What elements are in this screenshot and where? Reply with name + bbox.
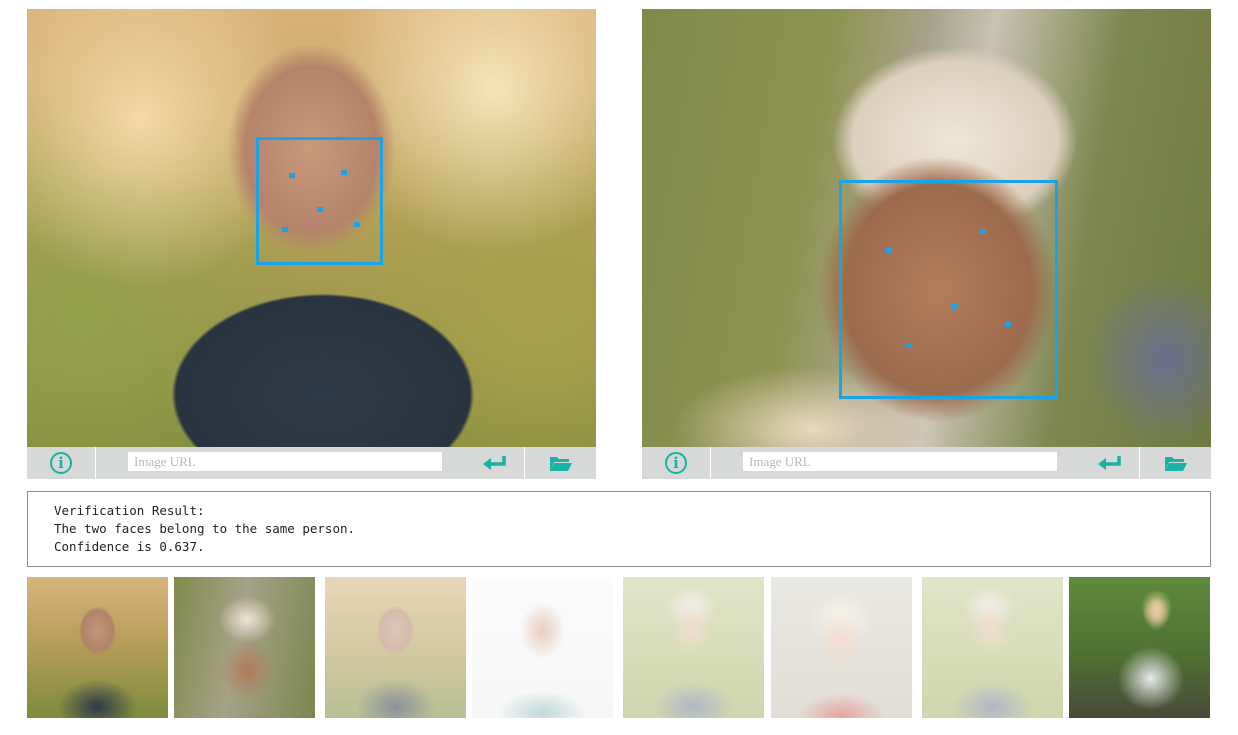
landmark-right-eye	[341, 170, 347, 175]
landmark-left-eye	[289, 173, 295, 178]
sample-thumbnail-strip	[0, 577, 1238, 718]
info-icon: i	[665, 452, 687, 474]
open-file-button[interactable]	[1140, 447, 1211, 479]
result-heading: Verification Result:	[54, 503, 205, 518]
landmark-mouth-left	[906, 343, 912, 348]
image-url-input[interactable]	[743, 452, 1057, 471]
result-confidence: Confidence is 0.637.	[54, 539, 205, 554]
face-photo-left	[27, 9, 596, 447]
enter-icon	[482, 456, 506, 470]
landmark-nose	[951, 304, 957, 309]
image-panel-left: i	[27, 9, 596, 479]
submit-url-button[interactable]	[1080, 447, 1140, 479]
landmark-right-eye	[980, 229, 986, 234]
thumbnail-man-1[interactable]	[325, 577, 466, 718]
image-url-input[interactable]	[128, 452, 442, 471]
info-icon: i	[50, 452, 72, 474]
thumbnail-man-2[interactable]	[472, 577, 613, 718]
thumbnail-man-1[interactable]	[27, 577, 168, 718]
landmark-nose	[317, 207, 323, 212]
landmark-left-eye	[886, 248, 892, 253]
face-bounding-box	[839, 180, 1058, 399]
face-photo-right	[642, 9, 1211, 447]
face-bounding-box	[256, 137, 383, 265]
image-panel-right: i	[642, 9, 1211, 479]
verification-result-box: Verification Result: The two faces belon…	[27, 491, 1211, 567]
image-toolbar-left: i	[27, 447, 596, 479]
enter-icon	[1097, 456, 1121, 470]
thumbnail-woman-1[interactable]	[623, 577, 764, 718]
landmark-mouth-right	[1005, 322, 1011, 327]
info-button[interactable]: i	[642, 447, 711, 479]
thumbnail-woman-1[interactable]	[922, 577, 1063, 718]
result-verdict: The two faces belong to the same person.	[54, 521, 356, 536]
thumbnail-woman-3[interactable]	[1069, 577, 1210, 718]
thumbnail-woman-2[interactable]	[771, 577, 912, 718]
folder-open-icon	[1164, 457, 1187, 471]
landmark-mouth-left	[282, 227, 288, 232]
landmark-mouth-right	[354, 222, 360, 227]
open-file-button[interactable]	[525, 447, 596, 479]
thumbnail-man-1-beanie[interactable]	[174, 577, 315, 718]
submit-url-button[interactable]	[465, 447, 525, 479]
info-button[interactable]: i	[27, 447, 96, 479]
image-toolbar-right: i	[642, 447, 1211, 479]
folder-open-icon	[549, 457, 572, 471]
